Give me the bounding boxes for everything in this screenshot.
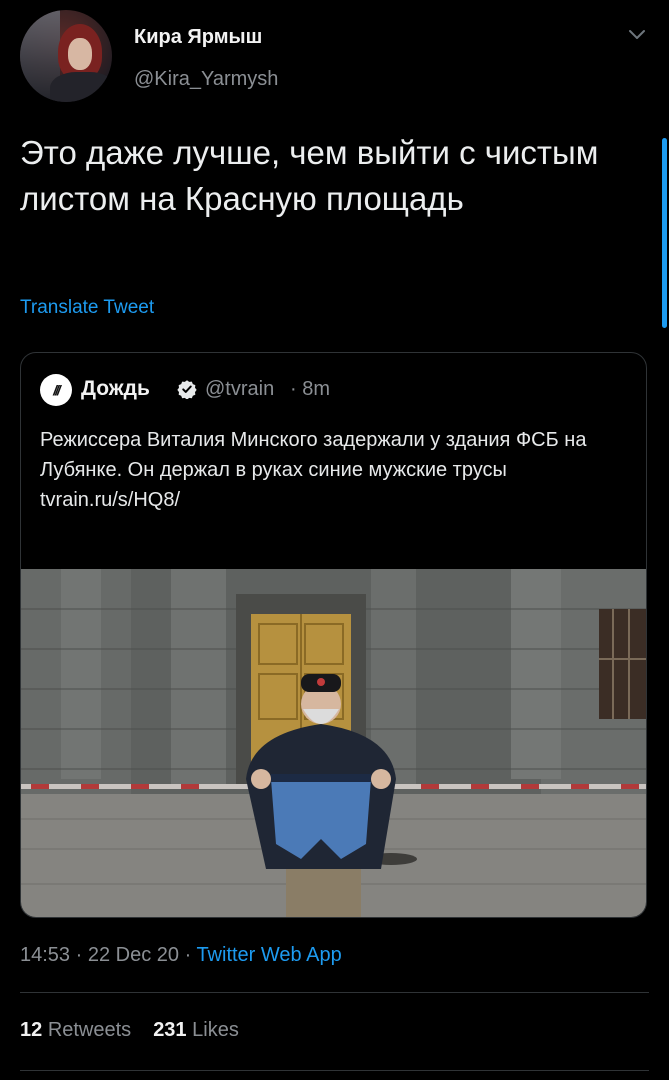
divider-bottom (20, 1070, 649, 1071)
chevron-down-icon[interactable] (628, 28, 646, 42)
likes-count: 231 (153, 1019, 187, 1041)
author-avatar[interactable] (20, 10, 112, 102)
quoted-timestamp: · 8m (290, 378, 330, 400)
tweet-stats: 12 Retweets 231 Likes (20, 1019, 239, 1042)
quoted-tweet-text: Режиссера Виталия Минского задержали у з… (40, 425, 630, 515)
source-app-link[interactable]: Twitter Web App (196, 944, 341, 966)
retweets-count: 12 (20, 1019, 43, 1041)
tweet-text: Это даже лучше, чем выйти с чистым листо… (20, 134, 599, 217)
tweet-detail: Кира Ярмыш @Kira_Yarmysh Это даже лучше,… (0, 0, 669, 1080)
retweets-stat[interactable]: 12 Retweets (20, 1019, 131, 1041)
quoted-text-body: Режиссера Виталия Минского задержали у з… (40, 429, 587, 481)
quoted-tweet-card[interactable]: /// Дождь @tvrain · 8m Режиссера Виталия… (20, 352, 647, 918)
quoted-photo[interactable] (21, 569, 647, 918)
author-handle[interactable]: @Kira_Yarmysh (134, 68, 278, 91)
likes-label: Likes (192, 1019, 239, 1041)
tweet-meta: 14:53 · 22 Dec 20 · Twitter Web App (20, 944, 342, 967)
tweet-date[interactable]: 22 Dec 20 (88, 944, 179, 966)
quoted-author-avatar[interactable]: /// (40, 374, 72, 406)
tweet-time[interactable]: 14:53 (20, 944, 70, 966)
retweets-label: Retweets (47, 1019, 132, 1041)
author-name[interactable]: Кира Ярмыш (134, 26, 262, 49)
likes-stat[interactable]: 231 Likes (153, 1019, 239, 1041)
scroll-indicator (662, 138, 667, 328)
divider (20, 992, 649, 993)
verified-badge-icon (177, 380, 197, 399)
quoted-author-handle[interactable]: @tvrain (205, 378, 274, 401)
meta-separator: · (70, 944, 88, 966)
quoted-link[interactable]: tvrain.ru/s/HQ8/ (40, 489, 180, 511)
quoted-author-name[interactable]: Дождь (81, 377, 150, 401)
meta-separator-2: · (179, 944, 197, 966)
translate-tweet-link[interactable]: Translate Tweet (20, 297, 154, 319)
